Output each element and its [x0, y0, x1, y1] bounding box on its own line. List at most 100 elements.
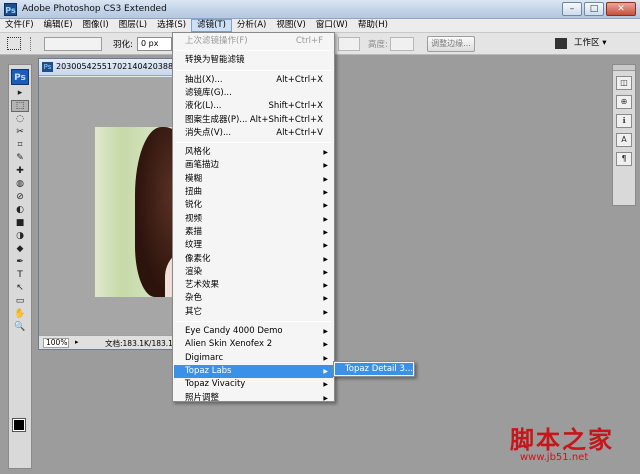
slice-tool-icon[interactable]: ✎ — [11, 152, 29, 164]
status-arrow-icon[interactable]: ▸ — [75, 338, 83, 346]
panel-dock: ◫ ⊕ ℹ A ¶ — [612, 64, 636, 206]
submenu-arrow-icon: ▶ — [323, 341, 328, 349]
filter-menu-item[interactable]: Topaz Vivacity ▶ — [174, 378, 333, 391]
move-tool-icon[interactable]: ▸ — [11, 87, 29, 99]
menu-select[interactable]: 选择(S) — [152, 19, 191, 32]
zoom-tool-icon[interactable]: 🔍 — [11, 321, 29, 333]
filter-menu-item-shortcut: Alt+Ctrl+V — [276, 127, 323, 138]
options-gripper[interactable] — [30, 37, 33, 51]
filter-menu-item-label: 艺术效果 — [185, 280, 220, 291]
filter-menu-item[interactable]: 锐化 ▶ — [174, 199, 333, 212]
foreground-color-swatch[interactable] — [12, 418, 26, 432]
filter-menu-item[interactable]: 杂色 ▶ — [174, 292, 333, 305]
menu-separator — [176, 321, 331, 322]
submenu-arrow-icon: ▶ — [323, 202, 328, 210]
filter-menu-item[interactable]: 扭曲 ▶ — [174, 186, 333, 199]
filter-menu-item[interactable]: 画笔描边 ▶ — [174, 159, 333, 172]
histogram-icon[interactable]: ⊕ — [616, 95, 632, 109]
info-icon[interactable]: ℹ — [616, 114, 632, 128]
history-brush-tool-icon[interactable]: ◐ — [11, 204, 29, 216]
filter-menu-item[interactable]: 照片调整 ▶ — [174, 392, 333, 405]
workspace-button[interactable]: 工作区 ▾ — [574, 36, 606, 51]
filter-menu-item[interactable]: Alien Skin Xenofex 2 ▶ — [174, 338, 333, 351]
selection-mode-buttons[interactable] — [44, 37, 102, 51]
filter-menu-item-label: 其它 — [185, 306, 203, 317]
filter-menu-item-label: 扭曲 — [185, 187, 203, 197]
filter-menu-item-shortcut: Shift+Ctrl+X — [268, 101, 323, 112]
filter-menu-item[interactable]: 液化(L)... Shift+Ctrl+X — [174, 100, 333, 113]
type-tool-icon[interactable]: T — [11, 269, 29, 281]
eraser-tool-icon[interactable]: ■ — [11, 217, 29, 229]
filter-menu-item[interactable]: 抽出(X)... Alt+Ctrl+X — [174, 74, 333, 87]
menu-help[interactable]: 帮助(H) — [353, 19, 393, 32]
submenu-item-topaz-detail[interactable]: Topaz Detail 3... — [335, 363, 413, 375]
ps-logo-icon: Ps — [11, 69, 29, 85]
filter-menu-item[interactable]: Eye Candy 4000 Demo ▶ — [174, 325, 333, 338]
brush-tool-icon[interactable]: ◍ — [11, 178, 29, 190]
filter-menu-item[interactable]: 图案生成器(P)... Alt+Shift+Ctrl+X — [174, 114, 333, 127]
menu-image[interactable]: 图像(I) — [78, 19, 114, 32]
filter-menu-item[interactable]: 转换为智能滤镜 — [174, 54, 333, 67]
minimize-button[interactable]: – — [562, 2, 582, 16]
menu-analysis[interactable]: 分析(A) — [232, 19, 271, 32]
submenu-arrow-icon: ▶ — [323, 162, 328, 170]
submenu-arrow-icon: ▶ — [323, 354, 328, 362]
filter-menu-item-label: Topaz Labs — [185, 365, 232, 376]
filter-menu-item[interactable]: 其它 ▶ — [174, 306, 333, 319]
menu-file[interactable]: 文件(F) — [0, 19, 39, 32]
hand-tool-icon[interactable]: ✋ — [11, 308, 29, 320]
maximize-button[interactable]: □ — [584, 2, 604, 16]
width-input[interactable] — [338, 37, 360, 51]
filter-menu-item[interactable]: 视频 ▶ — [174, 213, 333, 226]
shape-tool-icon[interactable]: ▭ — [11, 295, 29, 307]
paragraph-icon[interactable]: ¶ — [616, 152, 632, 166]
pen-tool-icon[interactable]: ✒ — [11, 256, 29, 268]
path-selection-tool-icon[interactable]: ↖ — [11, 282, 29, 294]
photoshop-app-icon: Ps — [4, 3, 17, 16]
menu-window[interactable]: 窗口(W) — [311, 19, 353, 32]
filter-menu-item[interactable]: 素描 ▶ — [174, 226, 333, 239]
close-button[interactable]: ✕ — [606, 2, 636, 16]
feather-input[interactable]: 0 px — [137, 37, 172, 51]
submenu-arrow-icon: ▶ — [323, 175, 328, 183]
refine-edge-button[interactable]: 调整边缘... — [427, 36, 475, 52]
marquee-tool-icon[interactable]: ⬚ — [11, 100, 29, 112]
clone-stamp-tool-icon[interactable]: ⊘ — [11, 191, 29, 203]
submenu-arrow-icon: ▶ — [323, 367, 328, 375]
magic-wand-tool-icon[interactable]: ✂ — [11, 126, 29, 138]
filter-menu-item[interactable]: 滤镜库(G)... — [174, 87, 333, 100]
menu-filter[interactable]: 滤镜(T) — [191, 19, 232, 32]
filter-menu-item[interactable]: Topaz Labs ▶ — [174, 364, 333, 378]
filter-menu-item-shortcut: Ctrl+F — [295, 36, 323, 46]
filter-menu-item[interactable]: 纹理 ▶ — [174, 239, 333, 252]
filter-menu-item[interactable]: 模糊 ▶ — [174, 173, 333, 186]
healing-brush-tool-icon[interactable]: ✚ — [11, 165, 29, 177]
filter-dropdown-menu: 上次滤镜操作(F) Ctrl+F 转换为智能滤镜 抽出(X)... Alt+Ctrl+X… — [172, 32, 335, 405]
gradient-tool-icon[interactable]: ◑ — [11, 230, 29, 242]
crop-tool-icon[interactable]: ⌗ — [11, 139, 29, 151]
filter-menu-item-label: 像素化 — [185, 253, 211, 264]
lasso-tool-icon[interactable]: ◌ — [11, 113, 29, 125]
menu-edit[interactable]: 编辑(E) — [39, 19, 78, 32]
height-input[interactable] — [390, 37, 414, 51]
zoom-field[interactable]: 100% — [43, 338, 69, 348]
menu-view[interactable]: 视图(V) — [271, 19, 310, 32]
filter-menu-item-shortcut: Alt+Shift+Ctrl+X — [249, 114, 323, 125]
navigator-icon[interactable]: ◫ — [616, 76, 632, 90]
menu-layer[interactable]: 图层(L) — [114, 19, 152, 32]
palette-well-icon[interactable] — [555, 38, 567, 49]
filter-menu-item[interactable]: 风格化 ▶ — [174, 146, 333, 159]
character-icon[interactable]: A — [616, 133, 632, 147]
filter-menu-item[interactable]: 消失点(V)... Alt+Ctrl+V — [174, 127, 333, 140]
filter-menu-item-label: 图案生成器(P)... — [185, 114, 248, 125]
filter-menu-item[interactable]: 渲染 ▶ — [174, 266, 333, 279]
menu-separator — [176, 69, 331, 71]
filter-menu-item[interactable]: Digimarc ▶ — [174, 352, 333, 365]
filter-menu-item-label: Eye Candy 4000 Demo — [185, 326, 283, 336]
blur-tool-icon[interactable]: ◆ — [11, 243, 29, 255]
dock-grip[interactable] — [613, 65, 635, 71]
marquee-tool-icon[interactable] — [7, 37, 21, 50]
watermark: 脚本之家 www.jb51.net — [510, 420, 636, 470]
filter-menu-item[interactable]: 像素化 ▶ — [174, 253, 333, 266]
filter-menu-item[interactable]: 艺术效果 ▶ — [174, 279, 333, 292]
